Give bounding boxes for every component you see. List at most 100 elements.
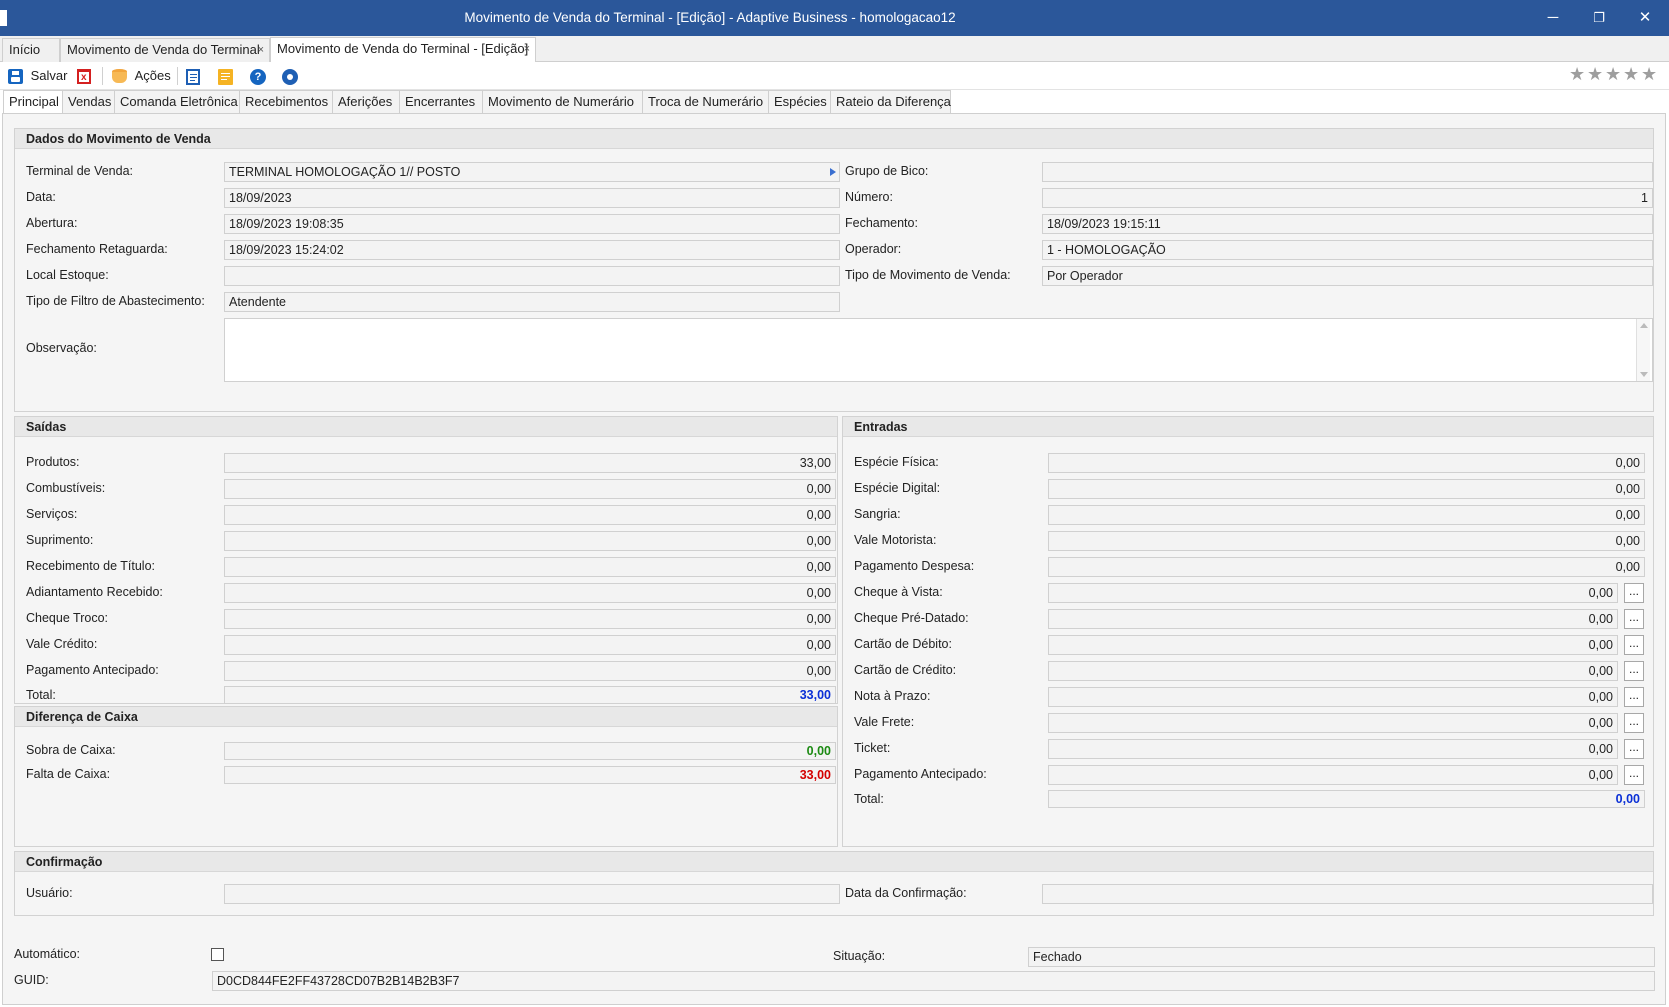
notes-icon xyxy=(218,68,233,85)
automatico-checkbox[interactable] xyxy=(211,948,224,961)
abertura-field[interactable]: 18/09/2023 19:08:35 xyxy=(224,214,840,234)
observacao-textarea[interactable] xyxy=(224,318,1653,382)
diferenca-caixa-group: Diferença de Caixa Sobra de Caixa: 0,00 … xyxy=(14,706,838,847)
especie-fisica-field[interactable]: 0,00 xyxy=(1048,453,1645,473)
cartao-credito-field[interactable]: 0,00 xyxy=(1048,661,1618,681)
tab-rateio-diferenca[interactable]: Rateio da Diferença xyxy=(831,90,951,114)
suprimento-field[interactable]: 0,00 xyxy=(224,531,836,551)
ticket-field[interactable]: 0,00 xyxy=(1048,739,1618,759)
vale-motorista-field[interactable]: 0,00 xyxy=(1048,531,1645,551)
cartao-debito-details-button[interactable]: ... xyxy=(1624,635,1644,655)
tab-encerrantes[interactable]: Encerrantes xyxy=(400,90,483,114)
grupo-bico-field[interactable] xyxy=(1042,162,1653,182)
tab-afericoes[interactable]: Aferições xyxy=(333,90,400,114)
operador-field[interactable]: 1 - HOMOLOGAÇÃO xyxy=(1042,240,1653,260)
cartao-credito-details-button[interactable]: ... xyxy=(1624,661,1644,681)
scroll-down-icon[interactable] xyxy=(1640,372,1648,377)
cheque-vista-details-button[interactable]: ... xyxy=(1624,583,1644,603)
produtos-field[interactable]: 33,00 xyxy=(224,453,836,473)
notes-button[interactable] xyxy=(218,65,233,87)
tab-movimento-numerario[interactable]: Movimento de Numerário xyxy=(483,90,643,114)
group-header: Saídas xyxy=(15,417,837,437)
cheque-pre-datado-details-button[interactable]: ... xyxy=(1624,609,1644,629)
saidas-row-label: Produtos: xyxy=(26,455,80,469)
situacao-field[interactable]: Fechado xyxy=(1028,947,1655,967)
tab-vendas[interactable]: Vendas xyxy=(63,90,115,114)
group-header: Diferença de Caixa xyxy=(15,707,837,727)
local-estoque-field[interactable] xyxy=(224,266,840,286)
vale-frete-details-button[interactable]: ... xyxy=(1624,713,1644,733)
close-button[interactable]: ✕ xyxy=(1622,0,1668,36)
toolbar: Salvar x Ações ? ★ ★ ★ ★ ★ xyxy=(0,62,1669,90)
scroll-up-icon[interactable] xyxy=(1640,323,1648,328)
pagamento-antecipado-details-button[interactable]: ... xyxy=(1624,765,1644,785)
settings-button[interactable] xyxy=(282,65,298,87)
servicos-field[interactable]: 0,00 xyxy=(224,505,836,525)
combustiveis-field[interactable]: 0,00 xyxy=(224,479,836,499)
sangria-field[interactable]: 0,00 xyxy=(1048,505,1645,525)
fechamento-retaguarda-field[interactable]: 18/09/2023 15:24:02 xyxy=(224,240,840,260)
nota-prazo-details-button[interactable]: ... xyxy=(1624,687,1644,707)
tipo-movimento-field[interactable]: Por Operador xyxy=(1042,266,1653,286)
toolbar-separator xyxy=(177,67,178,85)
doc-tab-label: Movimento de Venda do Terminal - [Edição… xyxy=(277,41,529,56)
data-field[interactable]: 18/09/2023 xyxy=(224,188,840,208)
fechamento-field[interactable]: 18/09/2023 19:15:11 xyxy=(1042,214,1653,234)
pagamento-despesa-field[interactable]: 0,00 xyxy=(1048,557,1645,577)
rating-star-icon[interactable]: ★ xyxy=(1587,64,1603,85)
saidas-total-value: 33,00 xyxy=(799,688,831,702)
rating-star-icon[interactable]: ★ xyxy=(1623,64,1639,85)
saidas-total-label: Total: xyxy=(26,688,56,702)
doc-tab-inicio[interactable]: Início xyxy=(2,38,60,62)
especie-digital-field[interactable]: 0,00 xyxy=(1048,479,1645,499)
cartao-debito-field[interactable]: 0,00 xyxy=(1048,635,1618,655)
cheque-pre-datado-field[interactable]: 0,00 xyxy=(1048,609,1618,629)
ticket-details-button[interactable]: ... xyxy=(1624,739,1644,759)
help-button[interactable]: ? xyxy=(250,65,266,87)
section-tabs: Principal Vendas Comanda Eletrônica Rece… xyxy=(0,90,1669,114)
nota-prazo-field[interactable]: 0,00 xyxy=(1048,687,1618,707)
grupo-bico-label: Grupo de Bico: xyxy=(845,164,929,178)
doc-tab-movimento-edicao[interactable]: Movimento de Venda do Terminal - [Edição… xyxy=(270,37,536,62)
delete-button[interactable]: x xyxy=(77,65,91,87)
vale-credito-field[interactable]: 0,00 xyxy=(224,635,836,655)
adiantamento-recebido-field[interactable]: 0,00 xyxy=(224,583,836,603)
window-title: Movimento de Venda do Terminal - [Edição… xyxy=(464,10,956,25)
rating-star-icon[interactable]: ★ xyxy=(1641,64,1657,85)
close-tab-icon[interactable]: × xyxy=(524,38,530,60)
report-button[interactable] xyxy=(186,65,200,87)
observacao-scrollbar[interactable] xyxy=(1636,319,1650,381)
data-confirmacao-field[interactable] xyxy=(1042,884,1653,904)
save-button[interactable]: Salvar xyxy=(8,65,67,87)
tab-principal[interactable]: Principal xyxy=(3,90,63,114)
lookup-arrow-icon[interactable] xyxy=(830,168,836,176)
cheque-vista-field[interactable]: 0,00 xyxy=(1048,583,1618,603)
tab-comanda-eletronica[interactable]: Comanda Eletrônica xyxy=(115,90,240,114)
falta-caixa-label: Falta de Caixa: xyxy=(26,767,111,781)
terminal-value: TERMINAL HOMOLOGAÇÃO 1// POSTO xyxy=(229,165,461,179)
vale-frete-field[interactable]: 0,00 xyxy=(1048,713,1618,733)
data-label: Data: xyxy=(26,190,56,204)
minimize-button[interactable]: ─ xyxy=(1530,0,1576,36)
tipo-filtro-field[interactable]: Atendente xyxy=(224,292,840,312)
pagamento-antecipado-saida-field[interactable]: 0,00 xyxy=(224,661,836,681)
tab-recebimentos[interactable]: Recebimentos xyxy=(240,90,333,114)
tab-especies[interactable]: Espécies xyxy=(769,90,831,114)
recebimento-titulo-field[interactable]: 0,00 xyxy=(224,557,836,577)
doc-tab-movimento[interactable]: Movimento de Venda do Terminal × xyxy=(60,38,270,62)
pagamento-antecipado-entrada-field[interactable]: 0,00 xyxy=(1048,765,1618,785)
entradas-row-label: Nota à Prazo: xyxy=(854,689,931,703)
close-tab-icon[interactable]: × xyxy=(258,39,264,61)
save-icon xyxy=(8,69,23,85)
cheque-troco-field[interactable]: 0,00 xyxy=(224,609,836,629)
numero-field[interactable]: 1 xyxy=(1042,188,1653,208)
guid-field[interactable]: D0CD844FE2FF43728CD07B2B14B2B3F7 xyxy=(212,971,1655,991)
usuario-field[interactable] xyxy=(224,884,840,904)
actions-button[interactable]: Ações xyxy=(112,65,171,87)
tab-troca-numerario[interactable]: Troca de Numerário xyxy=(643,90,769,114)
guid-label: GUID: xyxy=(14,973,49,987)
rating-star-icon[interactable]: ★ xyxy=(1605,64,1621,85)
rating-star-icon[interactable]: ★ xyxy=(1569,64,1585,85)
terminal-field[interactable]: TERMINAL HOMOLOGAÇÃO 1// POSTO xyxy=(224,162,840,182)
maximize-button[interactable]: ❐ xyxy=(1576,0,1622,36)
